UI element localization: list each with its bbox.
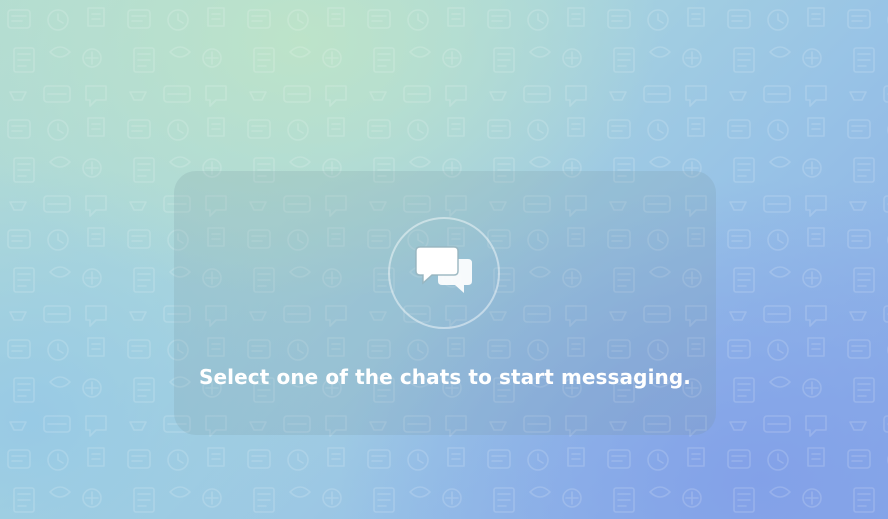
chat-bubbles-icon-ring	[388, 217, 500, 329]
empty-state-message: Select one of the chats to start messagi…	[199, 365, 691, 389]
empty-chat-placeholder: Select one of the chats to start messagi…	[174, 171, 716, 435]
chat-bubbles-icon	[415, 246, 472, 293]
